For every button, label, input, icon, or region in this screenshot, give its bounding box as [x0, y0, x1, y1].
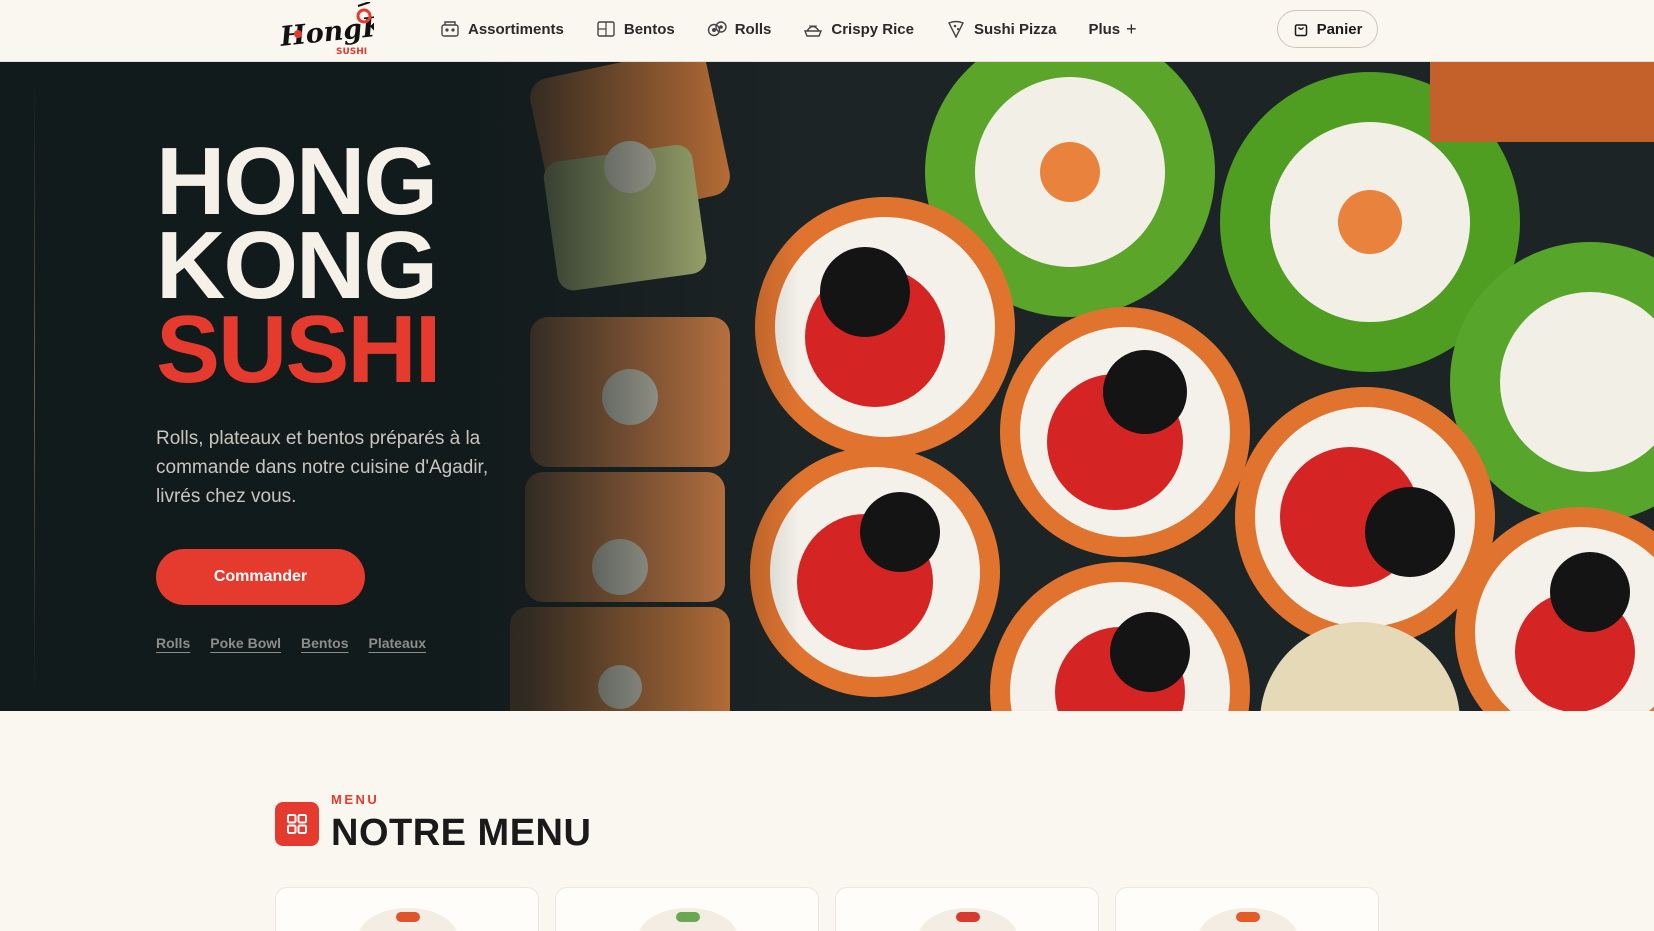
nav-item-label: Assortiments — [468, 20, 564, 38]
hero-quick-links: Rolls Poke Bowl Bentos Plateaux — [156, 635, 446, 651]
nav-item-rolls[interactable]: Rolls — [707, 20, 772, 38]
nav-item-label: Rolls — [734, 20, 772, 38]
menu-category-card[interactable] — [275, 887, 539, 931]
assortment-box-icon — [441, 21, 459, 37]
bento-box-icon — [597, 21, 615, 37]
shopping-bag-icon — [1294, 24, 1307, 37]
quick-link-bentos[interactable]: Bentos — [301, 635, 348, 651]
dish-accent — [396, 912, 420, 922]
brand-logo[interactable]: HongKong SUSHI — [278, 1, 443, 57]
dish-accent — [676, 912, 700, 922]
section-kicker: MENU — [331, 792, 380, 807]
menu-category-card[interactable] — [1115, 887, 1379, 931]
nav-item-label: Sushi Pizza — [973, 20, 1057, 38]
nav-item-assortiments[interactable]: Assortiments — [440, 20, 564, 38]
sushi-roll-icon — [707, 21, 727, 37]
svg-text:SUSHI: SUSHI — [336, 47, 367, 56]
hero-description: Rolls, plateaux et bentos préparés à la … — [156, 428, 489, 507]
nav-item-label: Bentos — [623, 20, 675, 38]
quick-link-plateaux[interactable]: Plateaux — [368, 635, 426, 651]
hero-title: HONG KONG SUSHI — [156, 134, 441, 403]
dish-accent — [956, 912, 980, 922]
cart-label: Panier — [1316, 20, 1363, 38]
main-menu: Assortiments Bentos Rolls Crispy Rice Su… — [440, 0, 1169, 58]
dish-image — [918, 908, 1018, 931]
hero-banner: HONG KONG SUSHI Rolls, plateaux et bento… — [0, 62, 1654, 711]
dish-image — [1198, 908, 1298, 931]
dish-accent — [1236, 912, 1260, 922]
order-button[interactable]: Commander — [156, 549, 365, 605]
nav-item-sushi-pizza[interactable]: Sushi Pizza — [946, 20, 1057, 38]
menu-category-cards — [275, 887, 1379, 931]
menu-category-card[interactable] — [835, 887, 1099, 931]
dish-image — [638, 908, 738, 931]
hero-overlay — [380, 62, 800, 711]
dish-image — [358, 908, 458, 931]
quick-link-poke-bowl[interactable]: Poke Bowl — [210, 635, 281, 651]
top-navigation: HongKong SUSHI Assortiments Bentos Rolls… — [0, 0, 1654, 62]
nav-item-bentos[interactable]: Bentos — [596, 20, 675, 38]
decorative-line — [34, 82, 35, 692]
section-title: NOTRE MENU — [331, 812, 592, 854]
nav-item-label: Crispy Rice — [831, 20, 914, 38]
nav-item-crispy-rice[interactable]: Crispy Rice — [803, 20, 914, 38]
hero-title-accent: SUSHI — [156, 296, 441, 403]
menu-category-card[interactable] — [555, 887, 819, 931]
nav-item-label: Plus — [1088, 20, 1121, 38]
quick-link-rolls[interactable]: Rolls — [156, 635, 190, 651]
cart-button[interactable]: Panier — [1277, 10, 1378, 48]
grid-icon — [275, 802, 319, 846]
plus-icon: + — [1126, 18, 1137, 39]
crispy-rice-icon — [804, 25, 823, 37]
pizza-slice-icon — [947, 20, 964, 38]
nav-item-more[interactable]: Plus + — [1088, 19, 1136, 40]
